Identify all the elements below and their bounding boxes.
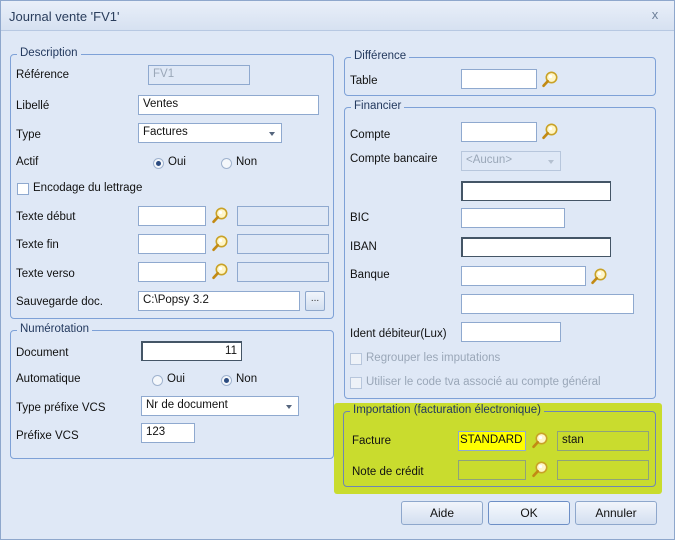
prefixe-label: Préfixe VCS — [16, 430, 79, 442]
importation-legend: Importation (facturation électronique) — [350, 404, 544, 416]
search-icon[interactable] — [540, 70, 560, 90]
browse-button[interactable]: ... — [305, 291, 325, 311]
chevron-down-icon — [269, 132, 275, 136]
iban-field[interactable] — [461, 237, 611, 257]
type-select[interactable]: Factures — [138, 123, 282, 143]
compte-bancaire-select[interactable]: <Aucun> — [461, 151, 561, 171]
type-label: Type — [16, 129, 41, 141]
type-prefixe-value: Nr de document — [146, 399, 228, 411]
reference-field[interactable]: FV1 — [148, 65, 250, 85]
texte-verso-desc — [237, 262, 329, 282]
sauvegarde-label: Sauvegarde doc. — [16, 296, 103, 308]
iban-label: IBAN — [350, 241, 377, 253]
note-credit-label: Note de crédit — [352, 466, 424, 478]
texte-fin-desc — [237, 234, 329, 254]
encodage-checkbox[interactable] — [17, 183, 29, 195]
financier-legend: Financier — [351, 100, 405, 112]
sauvegarde-field[interactable]: C:\Popsy 3.2 — [138, 291, 300, 311]
search-icon[interactable] — [540, 122, 560, 142]
title-bar: Journal vente 'FV1' x — [1, 1, 674, 31]
numerotation-legend: Numérotation — [17, 323, 93, 335]
prefixe-field[interactable]: 123 — [141, 423, 195, 443]
banque-field[interactable] — [461, 266, 586, 286]
chevron-down-icon — [286, 405, 292, 409]
search-icon[interactable] — [530, 431, 550, 451]
reference-label: Référence — [16, 69, 70, 81]
auto-non-label: Non — [236, 373, 258, 385]
table-label: Table — [350, 75, 378, 87]
search-icon[interactable] — [530, 460, 550, 480]
compte-field[interactable] — [461, 122, 537, 142]
libelle-label: Libellé — [16, 100, 50, 112]
type-prefixe-select[interactable]: Nr de document — [141, 396, 299, 416]
ok-button[interactable]: OK — [488, 501, 570, 525]
annuler-button[interactable]: Annuler — [575, 501, 657, 525]
auto-non-radio[interactable] — [221, 375, 232, 386]
type-prefixe-label: Type préfixe VCS — [16, 402, 106, 414]
libelle-field[interactable]: Ventes — [138, 95, 319, 115]
aide-button[interactable]: Aide — [401, 501, 483, 525]
search-icon[interactable] — [210, 262, 230, 282]
actif-label: Actif — [16, 156, 39, 168]
actif-oui-radio[interactable] — [153, 158, 164, 169]
regrouper-label: Regrouper les imputations — [366, 352, 501, 364]
bic-field[interactable] — [461, 208, 565, 228]
texte-verso-field[interactable] — [138, 262, 206, 282]
facture-code-field[interactable]: STANDARD — [458, 431, 526, 451]
banque-desc-field[interactable] — [461, 294, 634, 314]
auto-oui-radio[interactable] — [152, 375, 163, 386]
ident-label: Ident débiteur(Lux) — [350, 328, 447, 340]
utiliser-label: Utiliser le code tva associé au compte g… — [366, 376, 601, 388]
document-field[interactable]: 11 — [141, 341, 242, 361]
search-icon[interactable] — [210, 206, 230, 226]
actif-non-label: Non — [236, 156, 258, 168]
note-credit-code-field[interactable] — [458, 460, 526, 480]
utiliser-checkbox[interactable] — [350, 377, 362, 389]
search-icon[interactable] — [589, 267, 609, 287]
ident-field[interactable] — [461, 322, 561, 342]
texte-verso-label: Texte verso — [16, 268, 75, 280]
encodage-label: Encodage du lettrage — [33, 182, 143, 194]
actif-oui-label: Oui — [168, 156, 186, 168]
facture-label: Facture — [352, 435, 391, 447]
close-icon[interactable]: x — [646, 6, 664, 24]
texte-debut-label: Texte début — [16, 211, 76, 223]
document-label: Document — [16, 347, 69, 359]
compte-bancaire-value: <Aucun> — [466, 154, 513, 166]
texte-debut-desc — [237, 206, 329, 226]
regrouper-checkbox[interactable] — [350, 353, 362, 365]
actif-non-radio[interactable] — [221, 158, 232, 169]
automatique-label: Automatique — [16, 373, 81, 385]
facture-desc-field: stan — [557, 431, 649, 451]
compte-bancaire-label: Compte bancaire — [350, 153, 438, 165]
table-field[interactable] — [461, 69, 537, 89]
dialog-window: Journal vente 'FV1' x Description Référe… — [0, 0, 675, 540]
compte-bancaire-detail-field[interactable] — [461, 181, 611, 201]
search-icon[interactable] — [210, 234, 230, 254]
description-legend: Description — [17, 47, 81, 59]
window-title: Journal vente 'FV1' — [9, 9, 120, 24]
texte-debut-field[interactable] — [138, 206, 206, 226]
chevron-down-icon — [548, 160, 554, 164]
note-credit-desc-field — [557, 460, 649, 480]
difference-legend: Différence — [351, 50, 410, 62]
banque-label: Banque — [350, 269, 390, 281]
type-select-value: Factures — [143, 126, 188, 138]
bic-label: BIC — [350, 212, 370, 224]
texte-fin-field[interactable] — [138, 234, 206, 254]
compte-label: Compte — [350, 129, 391, 141]
texte-fin-label: Texte fin — [16, 239, 59, 251]
auto-oui-label: Oui — [167, 373, 185, 385]
